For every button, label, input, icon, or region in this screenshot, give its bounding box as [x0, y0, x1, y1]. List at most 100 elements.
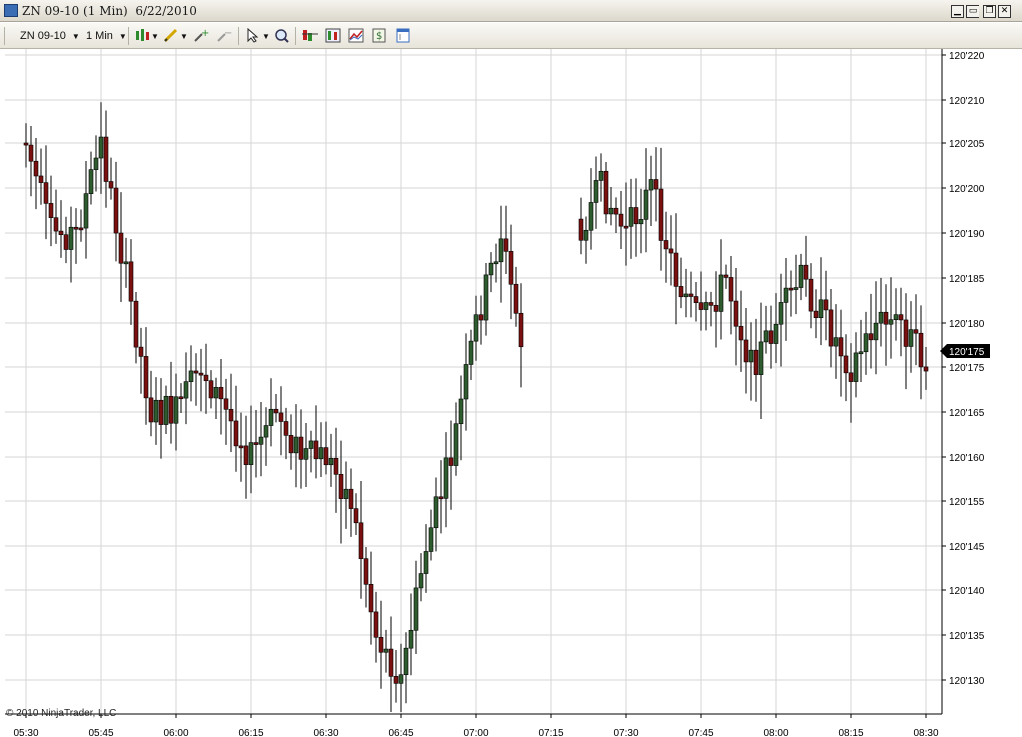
money-icon[interactable]: $	[371, 28, 387, 43]
x-tick-label: 07:15	[538, 728, 563, 737]
price-bar-body	[673, 252, 679, 287]
instrument-selector[interactable]: ZN 09-10 ▼	[20, 27, 80, 45]
price-bar-body	[98, 136, 104, 159]
x-tick-label: 07:00	[463, 728, 488, 737]
chevron-down-icon: ▼	[71, 31, 80, 41]
price-bar-body	[378, 636, 384, 653]
price-bar-body	[668, 248, 674, 254]
price-bar-body	[488, 262, 494, 276]
price-bar-body	[718, 274, 724, 312]
strategies-icon[interactable]	[325, 28, 341, 43]
price-bar-body	[258, 436, 264, 445]
price-bar-body	[703, 302, 709, 310]
price-bar-body	[623, 225, 629, 229]
properties-icon[interactable]	[395, 28, 411, 43]
plot-background	[0, 49, 1022, 737]
chevron-down-icon: ▼	[118, 31, 127, 41]
price-bar-body	[658, 188, 664, 241]
price-bar-body	[748, 349, 754, 363]
price-bar-body	[643, 189, 649, 220]
minimize-button[interactable]: ▁	[951, 5, 964, 18]
price-bar-body	[418, 573, 424, 589]
price-bar-body	[458, 398, 464, 425]
interval-selector[interactable]: 1 Min ▼	[86, 27, 127, 45]
zoom-out-icon[interactable]: −	[216, 28, 232, 43]
price-bar-body	[408, 629, 414, 649]
price-chart[interactable]: 120'220 120'210 120'205 120'200 120'190 120'1…	[0, 49, 1022, 737]
price-bar-body	[343, 488, 349, 499]
price-bar-body	[823, 299, 829, 311]
price-bar-body	[863, 333, 869, 353]
chart-window: ZN 09-10 (1 Min) 6/22/2010 ▁ ▭ ❐ ✕ ZN 09…	[0, 0, 1022, 737]
chart-style-icon[interactable]	[134, 28, 150, 43]
chevron-down-icon[interactable]: ▼	[262, 27, 270, 45]
chevron-down-icon[interactable]: ▼	[180, 27, 188, 45]
price-bar-body	[383, 648, 389, 653]
price-bar-body	[473, 314, 479, 342]
chevron-down-icon[interactable]: ▼	[151, 27, 159, 45]
price-bar-body	[373, 611, 379, 638]
price-bar-body	[43, 182, 49, 204]
cursor-icon[interactable]	[245, 27, 261, 43]
price-bar-body	[918, 332, 924, 368]
price-bar-body	[298, 436, 304, 460]
price-bar-body	[753, 349, 759, 375]
price-bar-body	[143, 356, 149, 399]
price-bar-body	[68, 226, 74, 250]
drawing-tools-icon[interactable]	[163, 28, 179, 43]
tile-icon: ▭	[968, 6, 978, 16]
price-bar-body	[423, 551, 429, 574]
price-bar-body	[598, 170, 604, 181]
price-bar-body	[173, 396, 179, 424]
price-bar-body	[438, 496, 444, 500]
y-tick-label: 120'175	[949, 363, 985, 374]
price-bar-body	[453, 423, 459, 466]
data-box-icon[interactable]	[273, 28, 289, 43]
close-button[interactable]: ✕	[998, 5, 1011, 18]
price-bar-body	[893, 314, 899, 321]
price-bar-body	[778, 302, 784, 325]
y-tick-label: 120'130	[949, 676, 985, 687]
price-bar-body	[233, 420, 239, 447]
last-price-label: 120'175	[949, 347, 985, 358]
price-bar-body	[253, 442, 259, 445]
svg-text:$: $	[376, 31, 382, 42]
price-bar-body	[148, 397, 154, 423]
price-bar-body	[223, 398, 229, 410]
tile-button[interactable]: ▭	[966, 5, 979, 18]
price-bar-body	[283, 421, 289, 436]
price-bar-body	[403, 647, 409, 676]
price-bar-body	[713, 305, 719, 312]
y-tick-label: 120'200	[949, 184, 985, 195]
price-bar-body	[338, 474, 344, 499]
price-bar-body	[348, 488, 354, 509]
price-bar-body	[898, 314, 904, 321]
restore-button[interactable]: ❐	[983, 5, 996, 18]
price-bar-body	[583, 229, 589, 241]
price-bar-body	[448, 457, 454, 466]
x-tick-label: 06:45	[388, 728, 413, 737]
price-bar-body	[178, 396, 184, 400]
price-bar-body	[653, 179, 659, 190]
price-bar-body	[883, 311, 889, 325]
chart-trader-icon[interactable]	[348, 28, 364, 43]
price-bar-body	[208, 380, 214, 399]
x-tick-label: 08:15	[838, 728, 863, 737]
price-bar-body	[268, 408, 274, 426]
title-bar[interactable]: ZN 09-10 (1 Min) 6/22/2010 ▁ ▭ ❐ ✕	[0, 0, 1022, 22]
price-bar-body	[768, 330, 774, 344]
x-tick-label: 07:30	[613, 728, 638, 737]
price-bar-body	[463, 364, 469, 400]
price-bar-body	[593, 180, 599, 203]
indicators-icon[interactable]	[302, 28, 318, 43]
price-bar-body	[393, 676, 399, 684]
price-bar-body	[618, 213, 624, 227]
chart-toolbar: ZN 09-10 ▼ 1 Min ▼ ▼ ▼ + − ▼ $	[0, 23, 1022, 49]
price-bar-body	[53, 217, 59, 232]
y-tick-label: 120'185	[949, 274, 985, 285]
price-bar-body	[153, 399, 159, 423]
svg-text:−: −	[224, 28, 232, 39]
price-bar-body	[413, 587, 419, 631]
price-bar-body	[508, 251, 514, 285]
zoom-in-icon[interactable]: +	[193, 28, 209, 43]
